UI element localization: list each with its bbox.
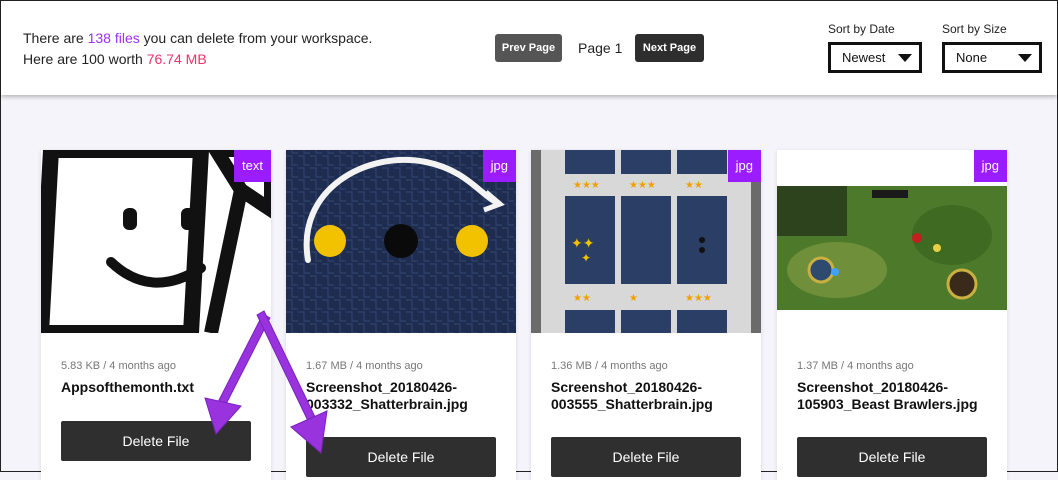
- file-card: ★★★ ★★★ ★★ ✦✦ ✦ ★★ ★ ★★★ jpg 1.36 MB / 4…: [531, 150, 761, 480]
- prev-page-button[interactable]: Prev Page: [495, 34, 562, 62]
- sort-date-select[interactable]: Newest: [828, 42, 922, 73]
- file-card: text 5.83 KB / 4 months ago Appsofthemon…: [41, 150, 271, 480]
- file-name: Screenshot_20180426-105903_Beast Brawler…: [797, 379, 978, 412]
- delete-file-button[interactable]: Delete File: [797, 437, 987, 477]
- shatterbrain-levels-screenshot: ★★★ ★★★ ★★ ✦✦ ✦ ★★ ★ ★★★: [531, 150, 761, 333]
- file-card: jpg 1.67 MB / 4 months ago Screenshot_20…: [286, 150, 516, 480]
- svg-text:★★★: ★★★: [573, 180, 600, 191]
- svg-text:✦: ✦: [581, 251, 591, 265]
- file-name: Screenshot_20180426-003555_Shatterbrain.…: [551, 379, 713, 412]
- file-name: Appsofthemonth.txt: [61, 379, 194, 395]
- file-type-badge: jpg: [727, 150, 761, 182]
- file-type-badge: jpg: [482, 150, 516, 182]
- summary-line2-prefix: Here are 100 worth: [23, 51, 147, 67]
- file-meta: 1.37 MB / 4 months ago: [797, 360, 914, 372]
- svg-text:★: ★: [629, 293, 638, 304]
- file-name: Screenshot_20180426-003332_Shatterbrain.…: [306, 379, 468, 412]
- sort-size-value: None: [956, 50, 988, 65]
- file-card: jpg 1.37 MB / 4 months ago Screenshot_20…: [777, 150, 1007, 480]
- summary-line1-prefix: There are: [23, 30, 88, 46]
- file-type-badge: text: [234, 150, 271, 182]
- sort-size-select[interactable]: None: [942, 42, 1042, 73]
- file-meta: 5.83 KB / 4 months ago: [61, 360, 176, 372]
- top-bar: There are 138 files you can delete from …: [1, 1, 1057, 95]
- shatterbrain-screenshot: [286, 150, 516, 333]
- svg-text:✦✦: ✦✦: [571, 236, 595, 252]
- file-thumbnail: [286, 150, 516, 333]
- sort-date-value: Newest: [842, 50, 886, 65]
- file-type-badge: jpg: [973, 150, 1007, 182]
- next-page-button[interactable]: Next Page: [635, 34, 704, 62]
- file-meta: 1.36 MB / 4 months ago: [551, 360, 668, 372]
- file-thumbnail: ★★★ ★★★ ★★ ✦✦ ✦ ★★ ★ ★★★: [531, 150, 761, 333]
- page-indicator: Page 1: [578, 40, 623, 56]
- svg-text:★★: ★★: [573, 293, 591, 304]
- svg-text:★★★: ★★★: [629, 180, 656, 191]
- file-count: 138 files: [87, 30, 140, 46]
- sort-date-label: Sort by Date: [828, 22, 895, 36]
- beast-brawlers-screenshot: [777, 150, 1007, 333]
- summary-text: There are 138 files you can delete from …: [23, 28, 372, 70]
- file-thumbnail: [777, 150, 1007, 333]
- svg-text:★★: ★★: [685, 180, 703, 191]
- svg-text:★★★: ★★★: [685, 293, 712, 304]
- file-meta: 1.67 MB / 4 months ago: [306, 360, 423, 372]
- total-size: 76.74 MB: [146, 51, 207, 67]
- chevron-down-icon: [1018, 54, 1032, 62]
- chevron-down-icon: [898, 54, 912, 62]
- summary-line1-suffix: you can delete from your workspace.: [139, 30, 373, 46]
- delete-file-button[interactable]: Delete File: [61, 421, 251, 461]
- delete-file-button[interactable]: Delete File: [306, 437, 496, 477]
- sort-size-label: Sort by Size: [942, 22, 1007, 36]
- delete-file-button[interactable]: Delete File: [551, 437, 741, 477]
